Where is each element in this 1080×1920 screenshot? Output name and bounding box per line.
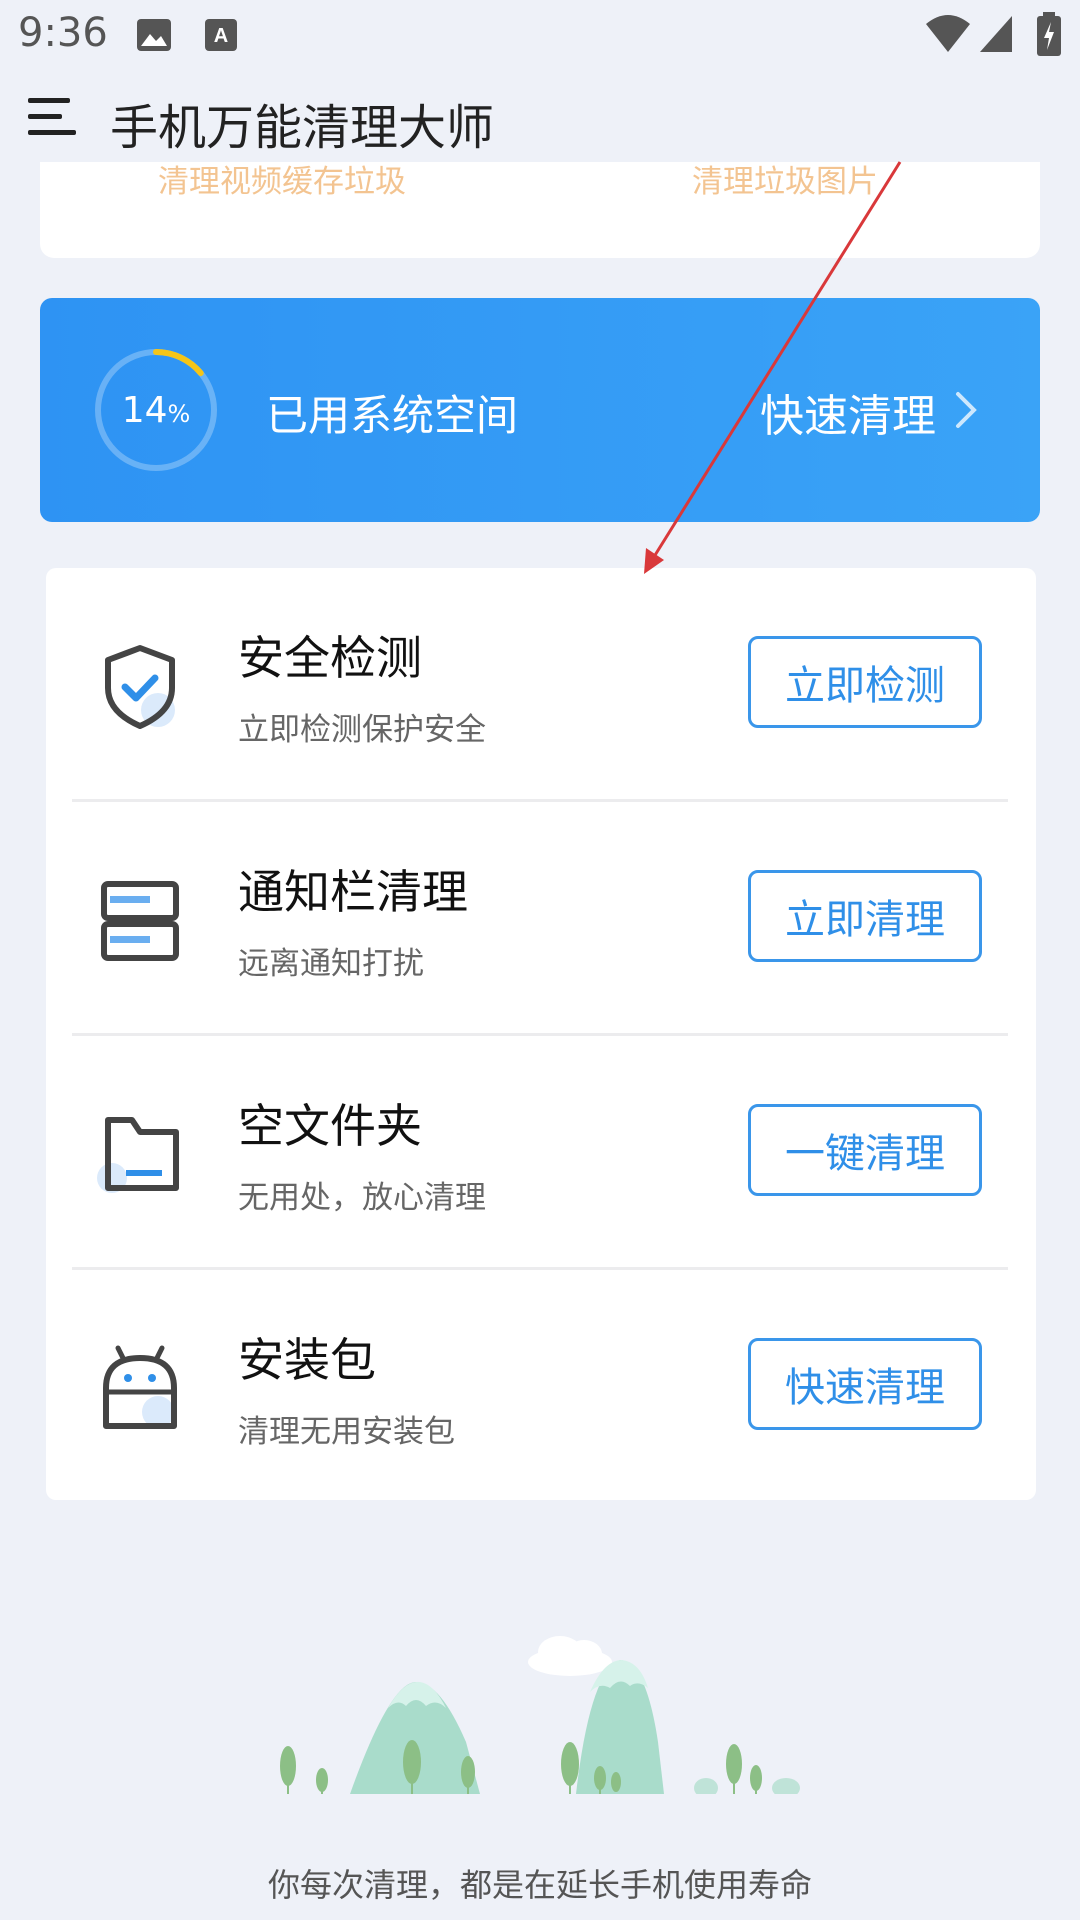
- detect-now-button[interactable]: 立即检测: [748, 636, 982, 728]
- tools-list: 安全检测 立即检测保护安全 立即检测 通知栏清理 远离通知打扰 立即清理 空文件…: [46, 568, 1036, 1500]
- wifi-icon: [926, 15, 970, 52]
- item-subtitle: 立即检测保护安全: [238, 712, 486, 748]
- app-title: 手机万能清理大师: [110, 100, 495, 156]
- signal-icon: [980, 16, 1012, 52]
- status-time: 9:36: [18, 10, 108, 56]
- android-package-icon: [103, 1345, 177, 1429]
- shield-check-icon: [105, 645, 175, 729]
- image-icon: [137, 19, 171, 51]
- battery-charging-icon: [1037, 12, 1061, 56]
- landscape-illustration: [270, 1636, 810, 1798]
- list-item-security: 安全检测 立即检测保护安全 立即检测: [46, 568, 1036, 802]
- percent-value: 14: [121, 389, 168, 431]
- junk-images-label[interactable]: 清理垃圾图片: [692, 162, 878, 201]
- chevron-right-icon[interactable]: [950, 388, 982, 432]
- top-feature-card: 清理视频缓存垃圾 清理垃圾图片: [40, 162, 1040, 258]
- text-icon: A: [205, 19, 237, 51]
- percent-unit: %: [167, 400, 191, 428]
- clean-now-button[interactable]: 立即清理: [748, 870, 982, 962]
- svg-text:A: A: [214, 25, 228, 47]
- footer-slogan: 你每次清理，都是在延长手机使用寿命: [267, 1866, 812, 1904]
- list-item-notification: 通知栏清理 远离通知打扰 立即清理: [46, 802, 1036, 1036]
- item-title: 安装包: [238, 1333, 376, 1387]
- status-bar: 9:36 A: [0, 0, 1080, 74]
- app-bar: 手机万能清理大师: [0, 74, 1080, 162]
- menu-icon[interactable]: [28, 94, 80, 140]
- item-title: 安全检测: [238, 631, 422, 685]
- one-click-clean-button[interactable]: 一键清理: [748, 1104, 982, 1196]
- storage-percent: 14 %: [92, 346, 220, 474]
- storage-banner[interactable]: 14 % 已用系统空间 快速清理: [40, 298, 1040, 522]
- item-subtitle: 清理无用安装包: [238, 1414, 455, 1450]
- video-cache-label[interactable]: 清理视频缓存垃圾: [158, 162, 406, 201]
- folder-icon: [97, 1117, 179, 1193]
- list-item-empty-folder: 空文件夹 无用处，放心清理 一键清理: [46, 1036, 1036, 1270]
- item-subtitle: 无用处，放心清理: [238, 1180, 486, 1216]
- cloud-icon: [528, 1636, 612, 1676]
- item-subtitle: 远离通知打扰: [238, 946, 424, 982]
- item-title: 空文件夹: [238, 1099, 422, 1153]
- quick-clean-button[interactable]: 快速清理: [748, 1338, 982, 1430]
- used-space-label: 已用系统空间: [266, 391, 519, 440]
- notification-bar-icon: [101, 881, 179, 961]
- item-title: 通知栏清理: [238, 865, 468, 919]
- quick-clean-link[interactable]: 快速清理: [760, 380, 936, 444]
- list-item-apk: 安装包 清理无用安装包 快速清理: [46, 1270, 1036, 1504]
